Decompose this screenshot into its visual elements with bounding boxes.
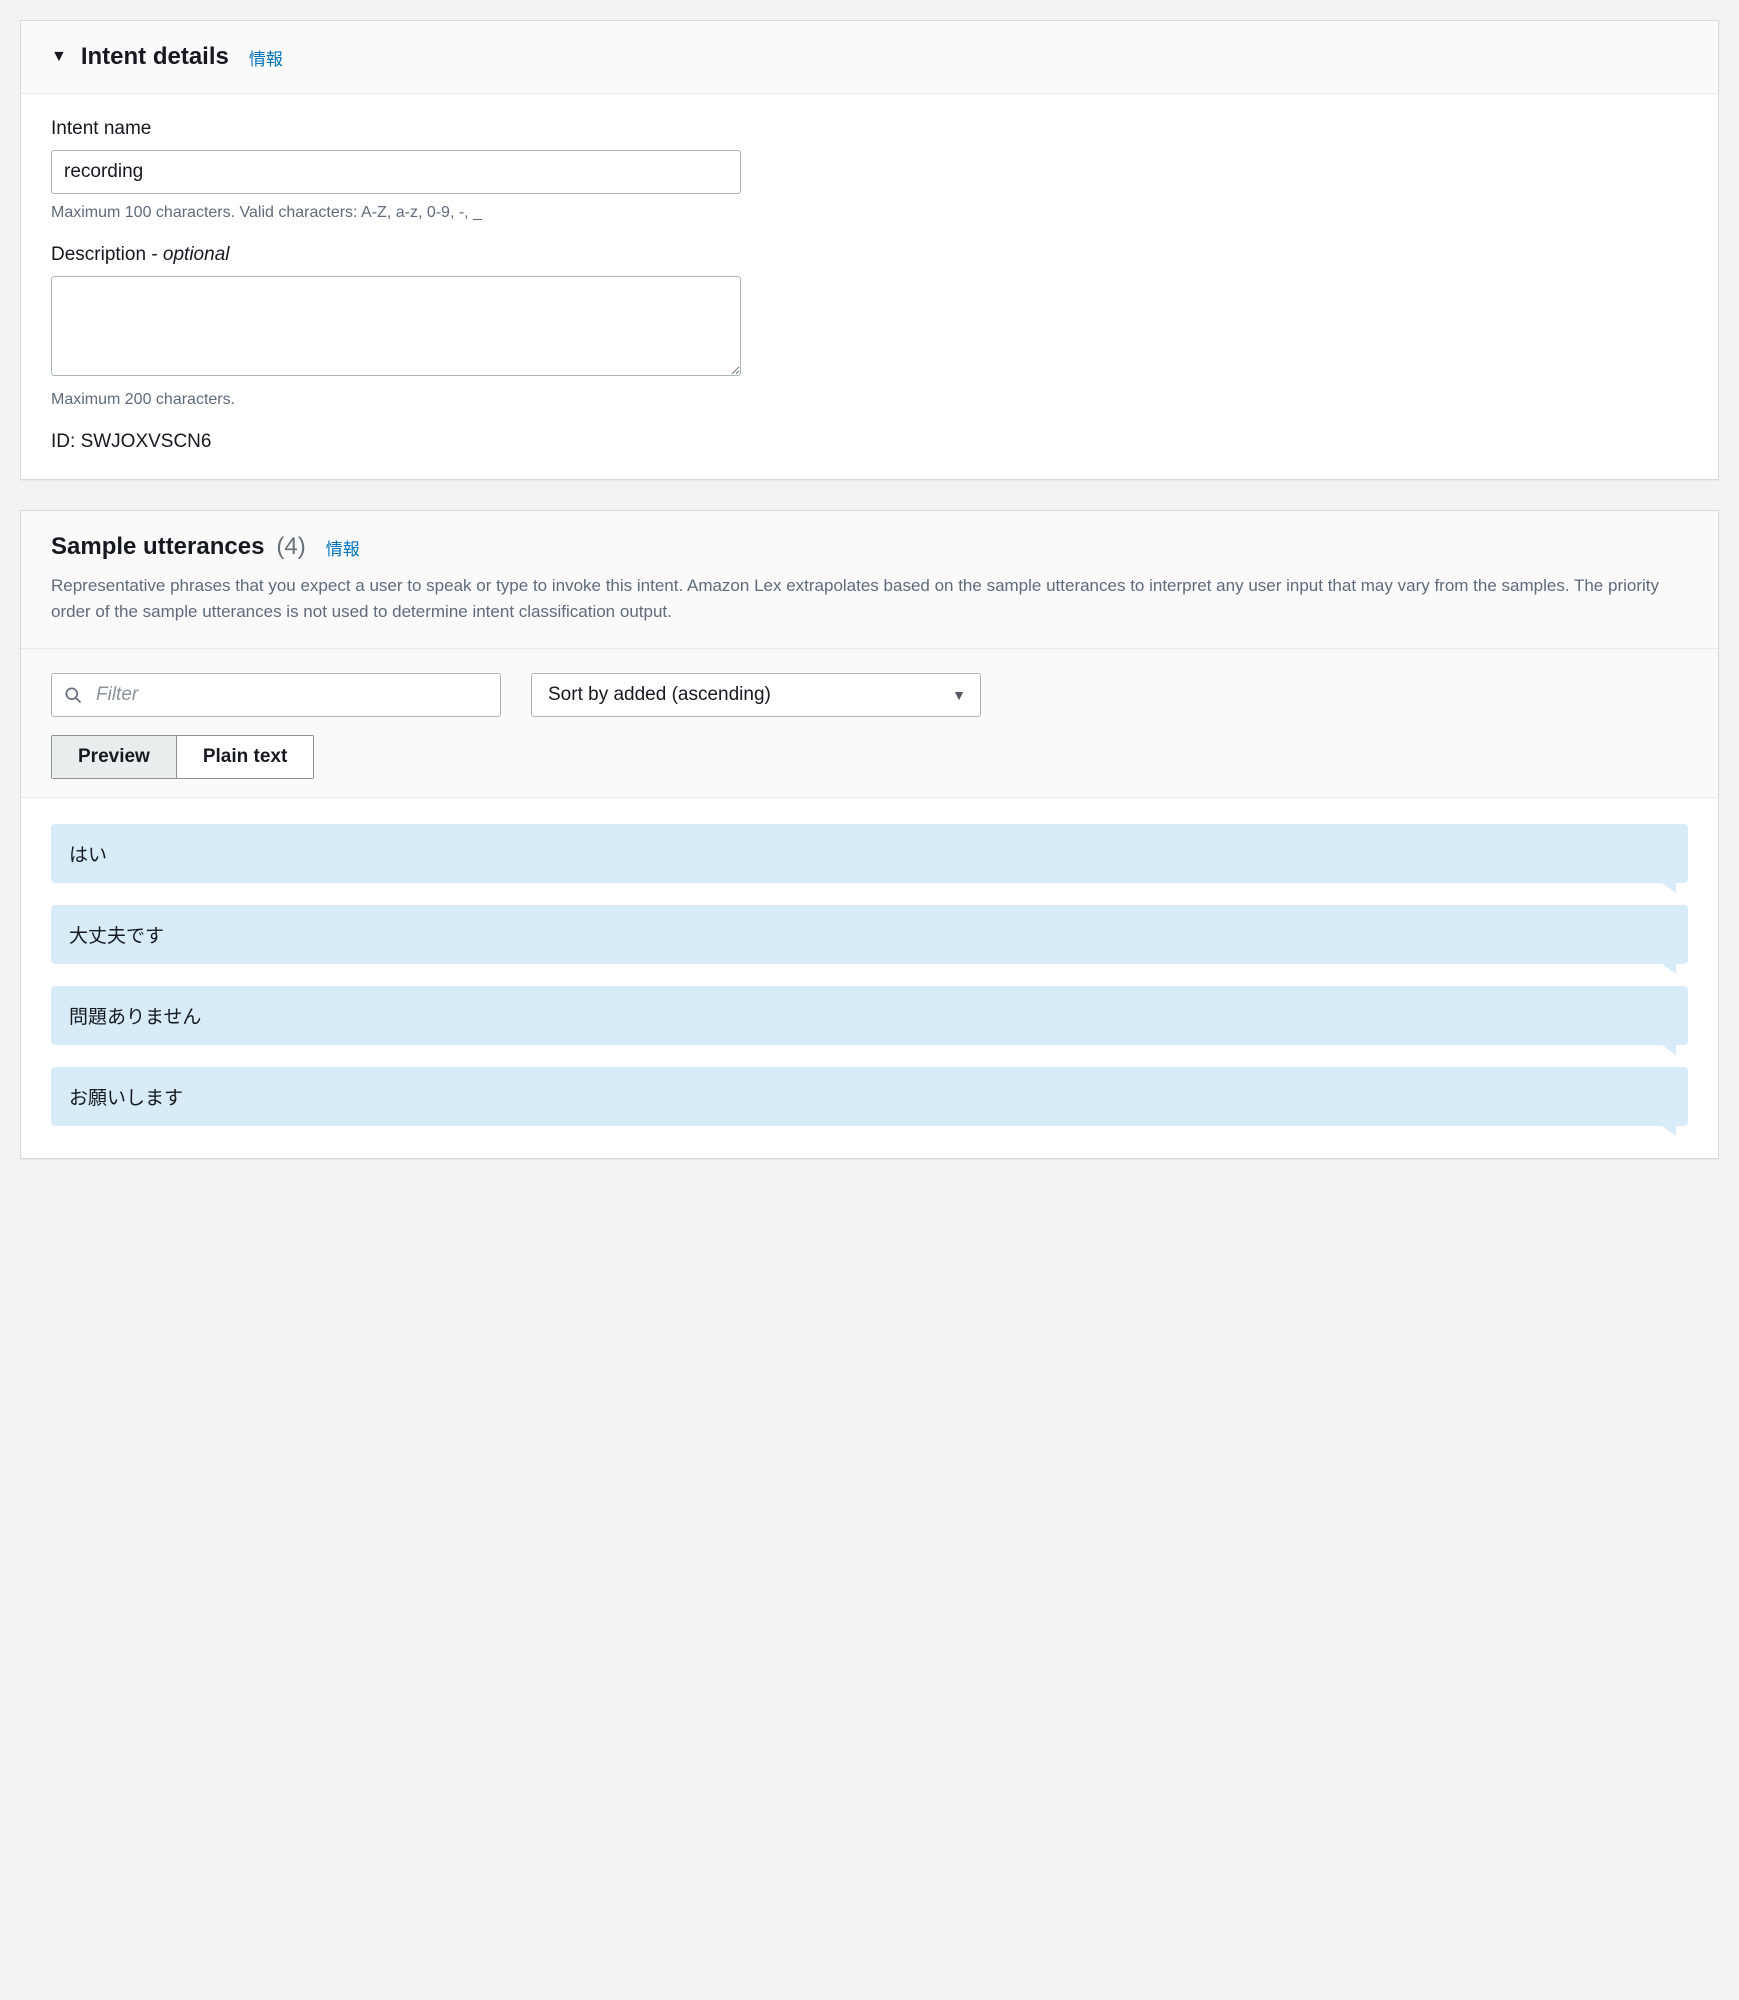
sample-utterances-title: Sample utterances xyxy=(51,533,264,561)
intent-name-hint: Maximum 100 characters. Valid characters… xyxy=(51,204,1688,222)
utterance-item[interactable]: お願いします xyxy=(51,1067,1688,1126)
utterance-item[interactable]: 問題ありません xyxy=(51,986,1688,1045)
intent-details-info-link[interactable]: 情報 xyxy=(249,45,283,70)
sample-utterances-count: (4) xyxy=(276,533,305,561)
filter-wrap xyxy=(51,673,501,717)
sort-select[interactable]: Sort by added (ascending) ▼ xyxy=(531,673,981,717)
intent-description-input[interactable] xyxy=(51,276,741,376)
intent-details-header[interactable]: ▼ Intent details 情報 xyxy=(21,21,1718,94)
sort-select-label: Sort by added (ascending) xyxy=(548,684,771,706)
utterances-toolbar: Sort by added (ascending) ▼ xyxy=(21,649,1718,735)
sample-utterances-info-link[interactable]: 情報 xyxy=(326,535,360,560)
intent-name-input[interactable] xyxy=(51,150,741,194)
filter-input[interactable] xyxy=(51,673,501,717)
plain-text-tab[interactable]: Plain text xyxy=(177,735,314,779)
preview-tab[interactable]: Preview xyxy=(51,735,177,779)
intent-details-body: Intent name Maximum 100 characters. Vali… xyxy=(21,94,1718,479)
intent-description-hint: Maximum 200 characters. xyxy=(51,391,1688,409)
intent-description-label: Description - optional xyxy=(51,244,1688,266)
utterance-item[interactable]: 大丈夫です xyxy=(51,905,1688,964)
intent-name-field: Intent name Maximum 100 characters. Vali… xyxy=(51,118,1688,222)
intent-details-title: Intent details xyxy=(81,43,229,71)
intent-name-label: Intent name xyxy=(51,118,1688,140)
utterance-item[interactable]: はい xyxy=(51,824,1688,883)
sample-utterances-description: Representative phrases that you expect a… xyxy=(51,573,1688,626)
chevron-down-icon: ▼ xyxy=(952,687,966,703)
sample-utterances-header: Sample utterances (4) 情報 Representative … xyxy=(21,511,1718,649)
utterance-list: はい 大丈夫です 問題ありません お願いします xyxy=(21,798,1718,1158)
intent-description-field: Description - optional Maximum 200 chara… xyxy=(51,244,1688,409)
view-mode-toggle: Preview Plain text xyxy=(21,735,1718,798)
intent-id: ID: SWJOXVSCN6 xyxy=(51,431,1688,453)
intent-details-panel: ▼ Intent details 情報 Intent name Maximum … xyxy=(20,20,1719,480)
sample-utterances-panel: Sample utterances (4) 情報 Representative … xyxy=(20,510,1719,1159)
search-icon xyxy=(63,685,83,705)
collapse-caret-icon[interactable]: ▼ xyxy=(51,49,67,65)
